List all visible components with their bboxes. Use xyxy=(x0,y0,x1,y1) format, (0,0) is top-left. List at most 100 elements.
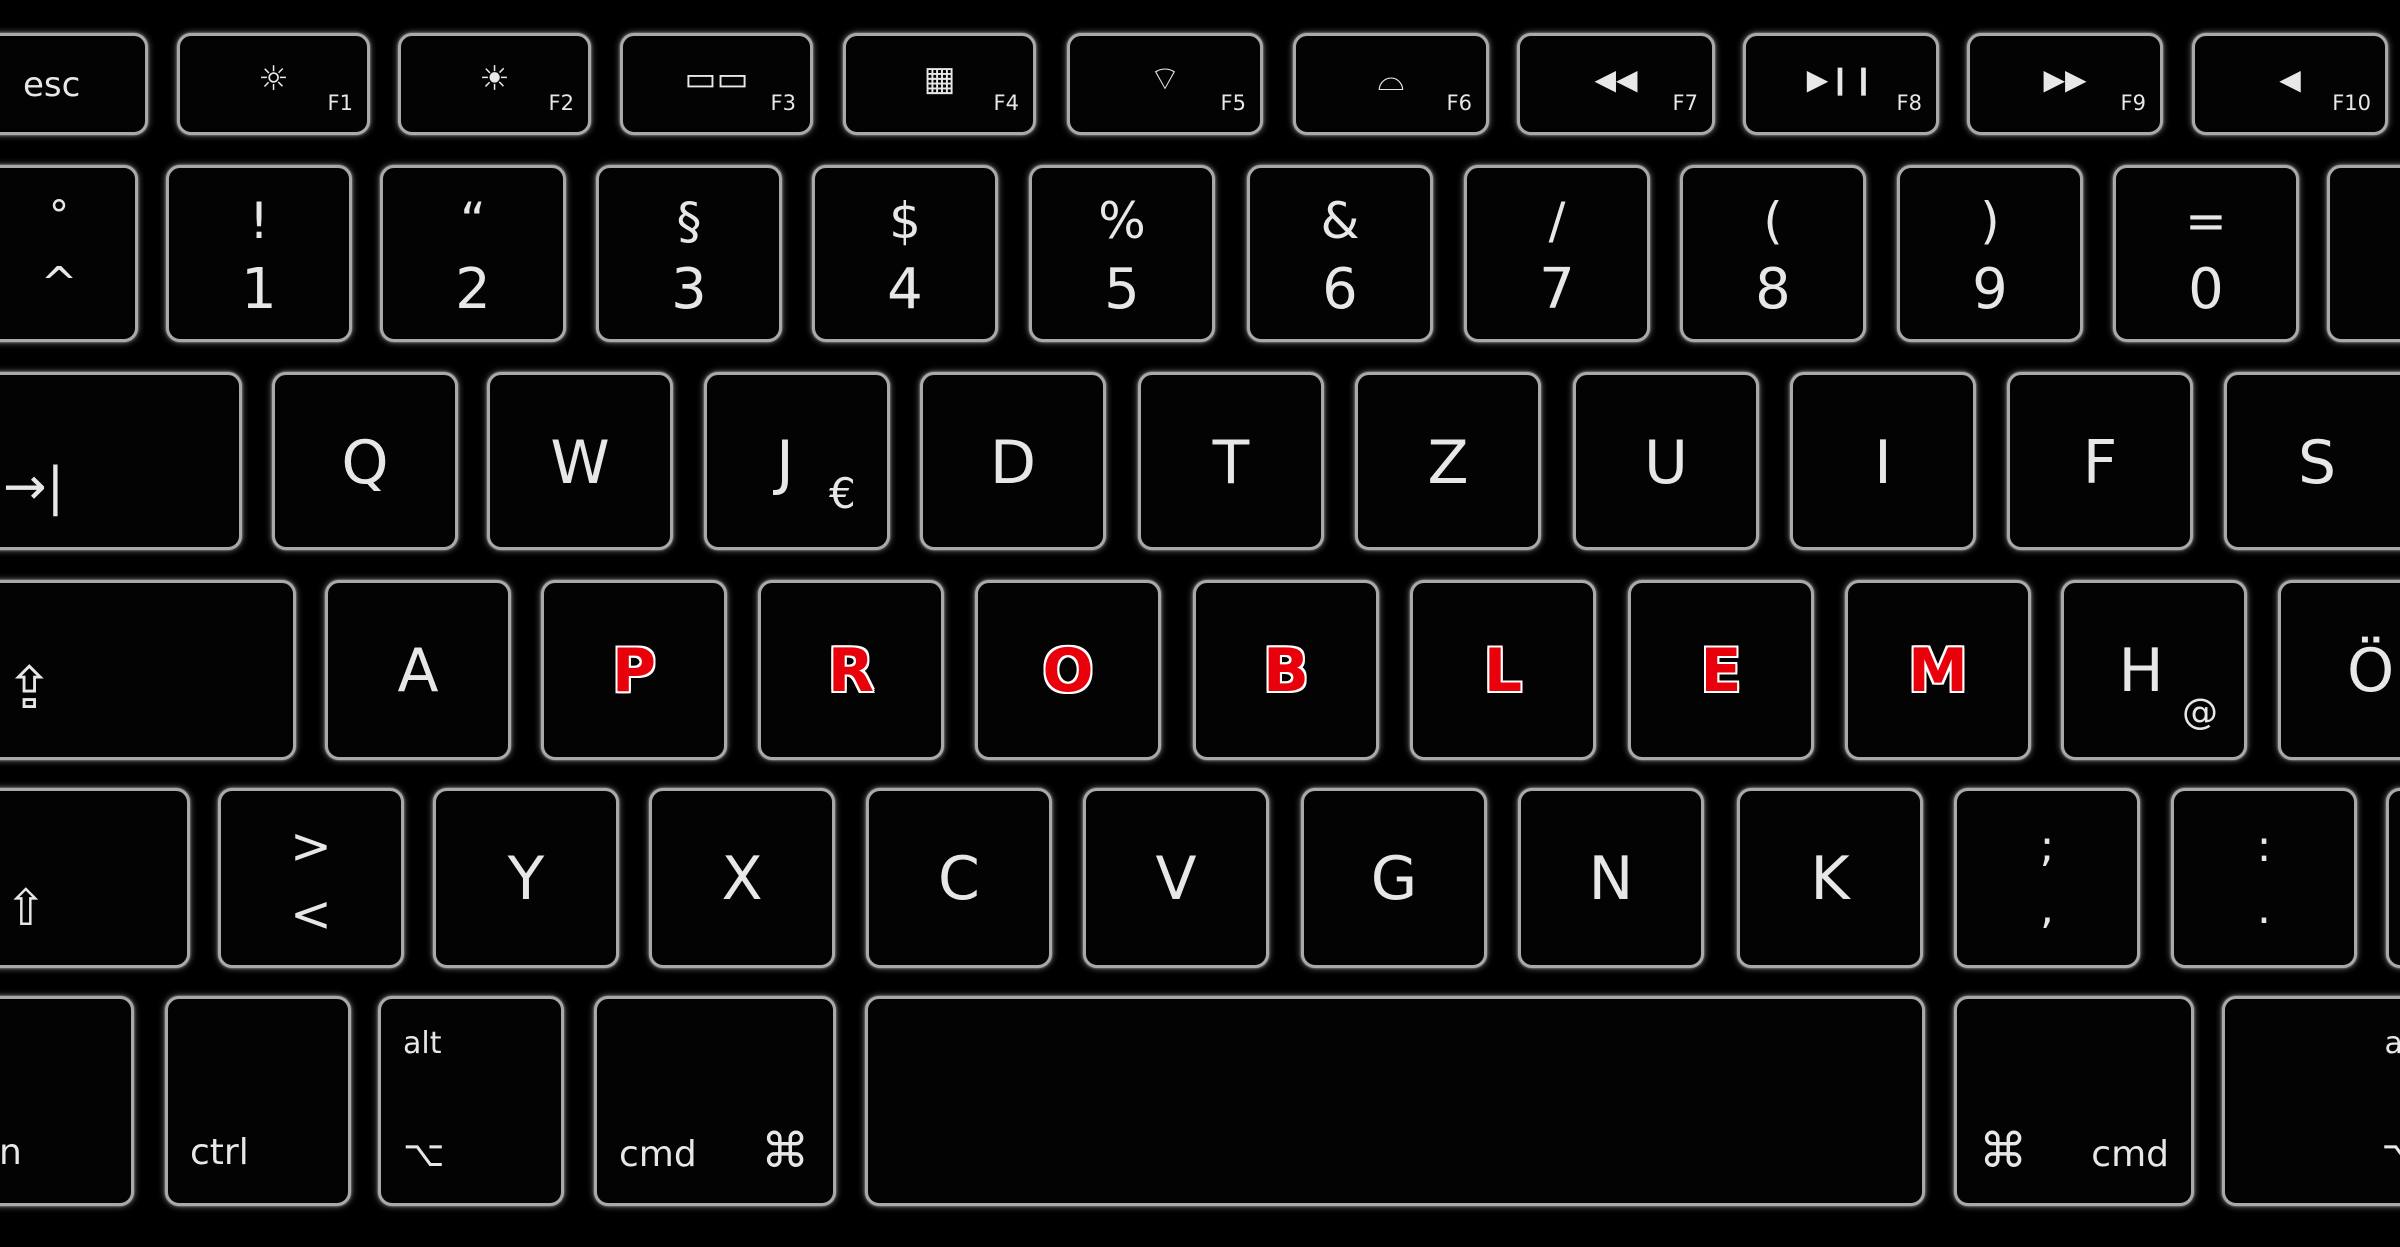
key-s[interactable]: S xyxy=(2224,372,2400,550)
key-o-umlaut[interactable]: Ö xyxy=(2278,580,2400,760)
key-letter: A xyxy=(397,636,439,706)
key-9[interactable]: ) 9 xyxy=(1897,165,2083,342)
key-bottom-symbol: 5 xyxy=(1104,257,1140,322)
key-letter: D xyxy=(989,428,1037,498)
key-q[interactable]: Q xyxy=(272,372,458,550)
key-label: F5 xyxy=(1220,91,1246,115)
key-7[interactable]: / 7 xyxy=(1464,165,1650,342)
key-a[interactable]: A xyxy=(325,580,511,760)
key-top-symbol: $ xyxy=(889,192,921,250)
key-6[interactable]: & 6 xyxy=(1247,165,1433,342)
key-semicolon[interactable]: ; , xyxy=(1954,788,2140,968)
key-k[interactable]: K xyxy=(1737,788,1923,968)
key-top-symbol: % xyxy=(1098,192,1146,250)
key-c[interactable]: C xyxy=(866,788,1052,968)
key-bottom-symbol: ^ xyxy=(40,258,78,309)
key-w[interactable]: W xyxy=(487,372,673,550)
key-8[interactable]: ( 8 xyxy=(1680,165,1866,342)
key-4[interactable]: $ 4 xyxy=(812,165,998,342)
key-f4[interactable]: ▦ F4 xyxy=(843,33,1036,135)
key-z[interactable]: Z xyxy=(1355,372,1541,550)
key-top-symbol: § xyxy=(676,192,702,250)
key-fn[interactable]: n xyxy=(0,996,134,1206)
key-1[interactable]: ! 1 xyxy=(166,165,352,342)
key-label: cmd xyxy=(2091,1134,2169,1175)
key-colon[interactable]: : . xyxy=(2171,788,2357,968)
option-icon: ⌥ xyxy=(2382,1137,2400,1173)
key-f5[interactable]: ⌔ F5 xyxy=(1067,33,1263,135)
key-angle-brackets[interactable]: > < xyxy=(218,788,404,968)
key-label: n xyxy=(0,1132,22,1173)
key-5[interactable]: % 5 xyxy=(1029,165,1215,342)
key-label: F4 xyxy=(993,91,1019,115)
key-letter: T xyxy=(1212,428,1250,498)
key-letter: V xyxy=(1155,844,1197,914)
key-letter: X xyxy=(721,844,763,914)
key-f7[interactable]: ◀◀ F7 xyxy=(1517,33,1715,135)
key-x[interactable]: X xyxy=(649,788,835,968)
key-top-symbol: > xyxy=(290,817,332,875)
key-b[interactable]: B xyxy=(1193,580,1379,760)
key-o[interactable]: O xyxy=(975,580,1161,760)
key-e[interactable]: E xyxy=(1628,580,1814,760)
key-y[interactable]: Y xyxy=(433,788,619,968)
key-3[interactable]: § 3 xyxy=(596,165,782,342)
key-alt-right[interactable]: alt ⌥ xyxy=(2222,996,2400,1206)
key-label: F7 xyxy=(1672,91,1698,115)
key-t[interactable]: T xyxy=(1138,372,1324,550)
key-f9[interactable]: ▶▶ F9 xyxy=(1967,33,2163,135)
key-letter-highlighted: M xyxy=(1908,636,1968,706)
key-p[interactable]: P xyxy=(541,580,727,760)
shift-icon: ⇧ xyxy=(5,879,47,937)
key-m[interactable]: M xyxy=(1845,580,2031,760)
key-r[interactable]: R xyxy=(758,580,944,760)
key-label: F3 xyxy=(770,91,796,115)
key-partial-right[interactable] xyxy=(2327,165,2400,342)
key-label: alt xyxy=(403,1026,442,1061)
key-label: cmd xyxy=(619,1134,697,1175)
key-l[interactable]: L xyxy=(1410,580,1596,760)
key-letter: C xyxy=(938,844,980,914)
key-tab[interactable]: →| xyxy=(0,372,242,550)
euro-sign: € xyxy=(829,469,856,518)
key-h[interactable]: H @ xyxy=(2061,580,2247,760)
key-f6[interactable]: ⌓ F6 xyxy=(1293,33,1489,135)
key-top-symbol: ! xyxy=(248,192,270,250)
key-d[interactable]: D xyxy=(920,372,1106,550)
key-cmd-left[interactable]: cmd ⌘ xyxy=(594,996,836,1206)
tab-icon: →| xyxy=(3,457,65,517)
key-n[interactable]: N xyxy=(1518,788,1704,968)
key-letter: K xyxy=(1810,844,1850,914)
key-u[interactable]: U xyxy=(1573,372,1759,550)
key-f10[interactable]: ◀ F10 xyxy=(2192,33,2388,135)
key-f2[interactable]: ☀ F2 xyxy=(398,33,591,135)
key-circumflex[interactable]: ° ^ xyxy=(0,165,138,342)
key-2[interactable]: “ 2 xyxy=(380,165,566,342)
play-pause-icon: ▶❙❙ xyxy=(1806,63,1876,96)
key-letter-highlighted: P xyxy=(612,636,656,706)
fast-forward-icon: ▶▶ xyxy=(2043,63,2087,96)
key-j[interactable]: J € xyxy=(704,372,890,550)
key-f3[interactable]: ▭▭ F3 xyxy=(620,33,813,135)
key-f1[interactable]: ☼ F1 xyxy=(177,33,370,135)
key-ctrl[interactable]: ctrl xyxy=(165,996,351,1206)
key-g[interactable]: G xyxy=(1301,788,1487,968)
key-caps-lock[interactable]: ⇪ xyxy=(0,580,296,760)
key-f[interactable]: F xyxy=(2007,372,2193,550)
key-label: F9 xyxy=(2120,91,2146,115)
key-space[interactable] xyxy=(865,996,1925,1206)
key-bottom-symbol: < xyxy=(290,885,332,943)
key-shift-left[interactable]: ⇧ xyxy=(0,788,190,968)
key-label: ctrl xyxy=(190,1132,249,1173)
key-letter-highlighted: B xyxy=(1263,636,1309,706)
key-i[interactable]: I xyxy=(1790,372,1976,550)
key-v[interactable]: V xyxy=(1083,788,1269,968)
key-bottom-symbol: 9 xyxy=(1972,257,2008,322)
key-f8[interactable]: ▶❙❙ F8 xyxy=(1743,33,1939,135)
key-0[interactable]: = 0 xyxy=(2113,165,2299,342)
key-alt-left[interactable]: alt ⌥ xyxy=(378,996,564,1206)
key-esc[interactable]: esc xyxy=(0,33,148,135)
key-letter-highlighted: O xyxy=(1042,636,1094,706)
key-partial-right[interactable] xyxy=(2386,788,2400,968)
key-cmd-right[interactable]: ⌘ cmd xyxy=(1954,996,2194,1206)
